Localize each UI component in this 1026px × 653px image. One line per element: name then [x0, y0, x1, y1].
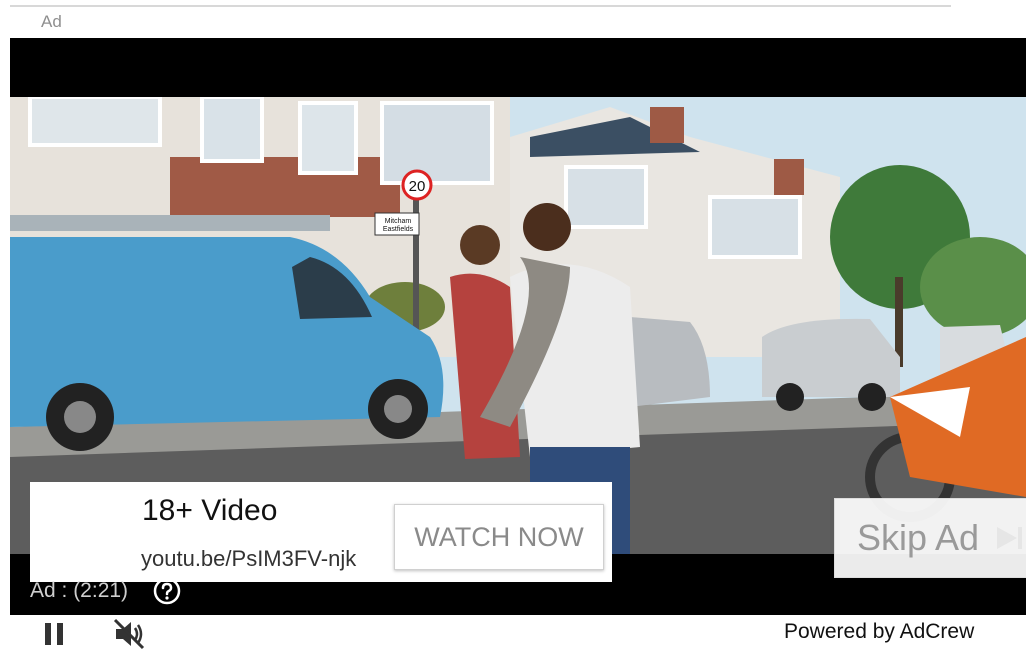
ad-overlay-url[interactable]: youtu.be/PsIM3FV-njk	[141, 546, 356, 572]
street-sign-line2: Eastfields	[383, 226, 414, 233]
street-sign-line1: Mitcham	[385, 218, 412, 225]
top-divider	[10, 5, 951, 7]
question-circle-icon[interactable]	[153, 577, 181, 605]
powered-by-label: Powered by AdCrew	[784, 620, 975, 643]
muted-speaker-icon[interactable]	[112, 617, 146, 651]
video-player[interactable]: 20 Mitcham Eastfields 18+ Video youtu.be…	[10, 38, 1026, 615]
speed-sign-text: 20	[409, 178, 426, 195]
ad-overlay-card[interactable]: 18+ Video youtu.be/PsIM3FV-njk WATCH NOW	[30, 482, 612, 582]
skip-ad-label: Skip Ad	[857, 517, 980, 558]
ad-label: Ad	[41, 12, 62, 31]
skip-ad-button[interactable]: Skip Ad	[834, 498, 1026, 578]
ad-overlay-title[interactable]: 18+ Video	[142, 494, 277, 528]
pause-icon[interactable]	[42, 621, 68, 647]
watch-now-button[interactable]: WATCH NOW	[394, 504, 604, 570]
ad-countdown: Ad : (2:21)	[30, 579, 129, 602]
skip-next-icon	[997, 527, 1023, 549]
